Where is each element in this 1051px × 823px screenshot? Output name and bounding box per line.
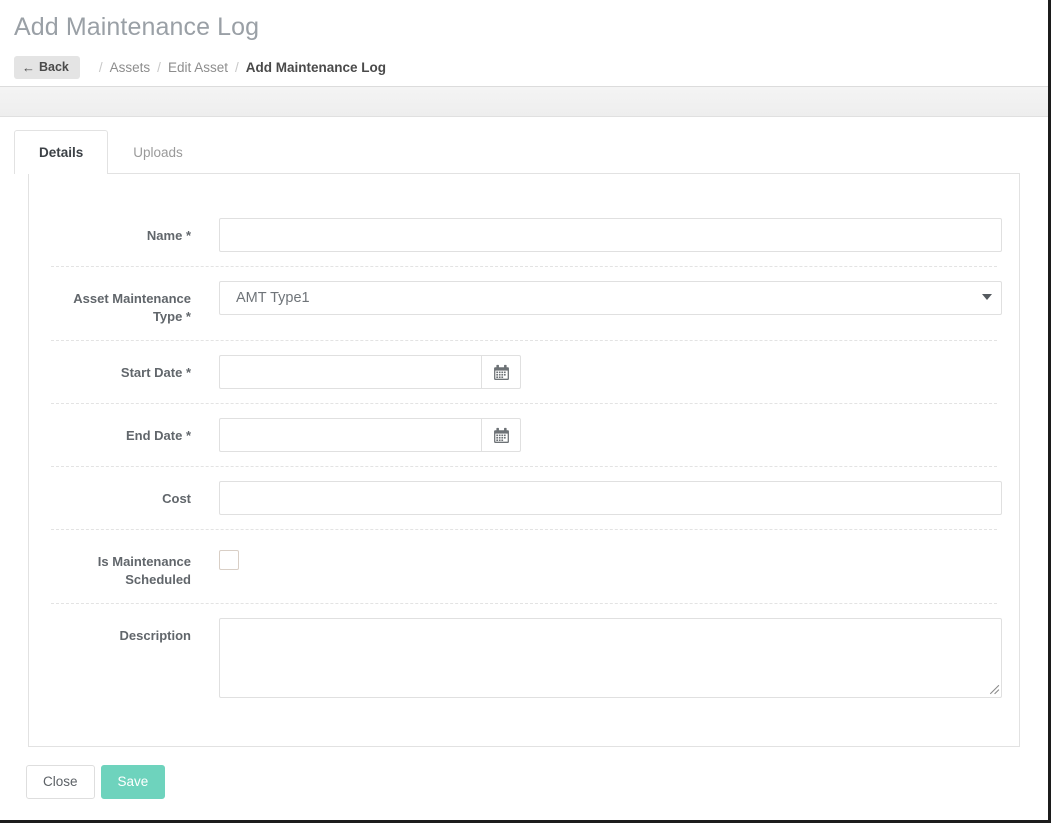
form-row-description: Description: [51, 604, 1002, 712]
back-button-label: Back: [39, 59, 69, 74]
tab-uploads[interactable]: Uploads: [108, 130, 208, 174]
calendar-icon: [493, 364, 509, 380]
cost-control: [219, 481, 1002, 515]
arrow-left-icon: ←: [22, 59, 35, 75]
name-label: Name *: [146, 228, 191, 243]
page-title: Add Maintenance Log: [14, 13, 260, 41]
back-button[interactable]: ← Back: [14, 55, 80, 79]
footer-actions: Close Save: [0, 747, 1048, 799]
form-row-asset-maintenance-type: Asset Maintenance Type * AMT Type1: [51, 267, 1002, 341]
cost-label: Cost: [162, 491, 191, 506]
cost-input[interactable]: [219, 481, 1002, 515]
start-date-label: Start Date *: [120, 365, 191, 380]
form-row-is-maintenance-scheduled: Is Maintenance Scheduled: [51, 530, 997, 604]
asset-maintenance-type-control: AMT Type1: [219, 281, 1002, 315]
form-row-name: Name *: [51, 204, 1002, 267]
asset-maintenance-type-select-wrap: AMT Type1: [219, 281, 1002, 315]
start-date-picker-button[interactable]: [481, 355, 521, 389]
end-date-label: End Date *: [125, 428, 191, 443]
toolbar-strip: [0, 87, 1048, 117]
tab-list: Details Uploads: [14, 129, 1034, 174]
breadcrumb-separator-1: /: [157, 59, 161, 75]
form-row-cost: Cost: [51, 467, 1002, 530]
is-maintenance-scheduled-control: [219, 544, 997, 570]
page-frame: Add Maintenance Log ← Back / Assets / Ed…: [0, 0, 1051, 823]
description-textarea[interactable]: [219, 618, 1002, 698]
is-maintenance-scheduled-label: Is Maintenance Scheduled: [97, 554, 191, 587]
breadcrumb: ← Back / Assets / Edit Asset / Add Maint…: [14, 55, 1048, 79]
description-control: [219, 618, 1002, 698]
start-date-control: [219, 355, 997, 389]
tab-details-label: Details: [39, 145, 84, 160]
asset-maintenance-type-select[interactable]: AMT Type1: [219, 281, 1002, 315]
breadcrumb-separator-2: /: [234, 59, 239, 75]
form-row-start-date: Start Date *: [51, 341, 997, 404]
details-form-panel: Name * Asset Maintenance Type * AMT Type…: [28, 173, 1020, 747]
breadcrumb-trail: / Assets / Edit Asset / Add Maintenance …: [92, 60, 386, 75]
tab-details[interactable]: Details: [14, 130, 109, 174]
is-maintenance-scheduled-checkbox[interactable]: [219, 550, 239, 570]
asset-maintenance-type-label: Asset Maintenance Type *: [73, 291, 191, 324]
tab-uploads-label: Uploads: [133, 145, 183, 160]
breadcrumb-item-edit-asset[interactable]: Edit Asset: [168, 60, 228, 75]
description-textarea-wrap: [219, 618, 1002, 698]
name-control: [219, 218, 1002, 252]
end-date-picker-button[interactable]: [481, 418, 521, 452]
breadcrumb-item-assets[interactable]: Assets: [110, 60, 151, 75]
end-date-control: [219, 418, 997, 452]
start-date-input[interactable]: [219, 355, 481, 389]
start-date-group: [219, 355, 521, 389]
close-button[interactable]: Close: [26, 765, 95, 799]
end-date-input[interactable]: [219, 418, 481, 452]
calendar-icon: [493, 427, 509, 443]
save-button[interactable]: Save: [100, 765, 166, 799]
name-input[interactable]: [219, 218, 1002, 252]
page-header: Add Maintenance Log ← Back / Assets / Ed…: [0, 0, 1048, 87]
breadcrumb-separator-0: /: [98, 59, 103, 75]
breadcrumb-item-current: Add Maintenance Log: [245, 59, 387, 75]
tabs-region: Details Uploads Name * Asset Maintenance…: [0, 117, 1048, 747]
end-date-group: [219, 418, 521, 452]
description-label: Description: [119, 628, 191, 643]
form-row-end-date: End Date *: [51, 404, 997, 467]
